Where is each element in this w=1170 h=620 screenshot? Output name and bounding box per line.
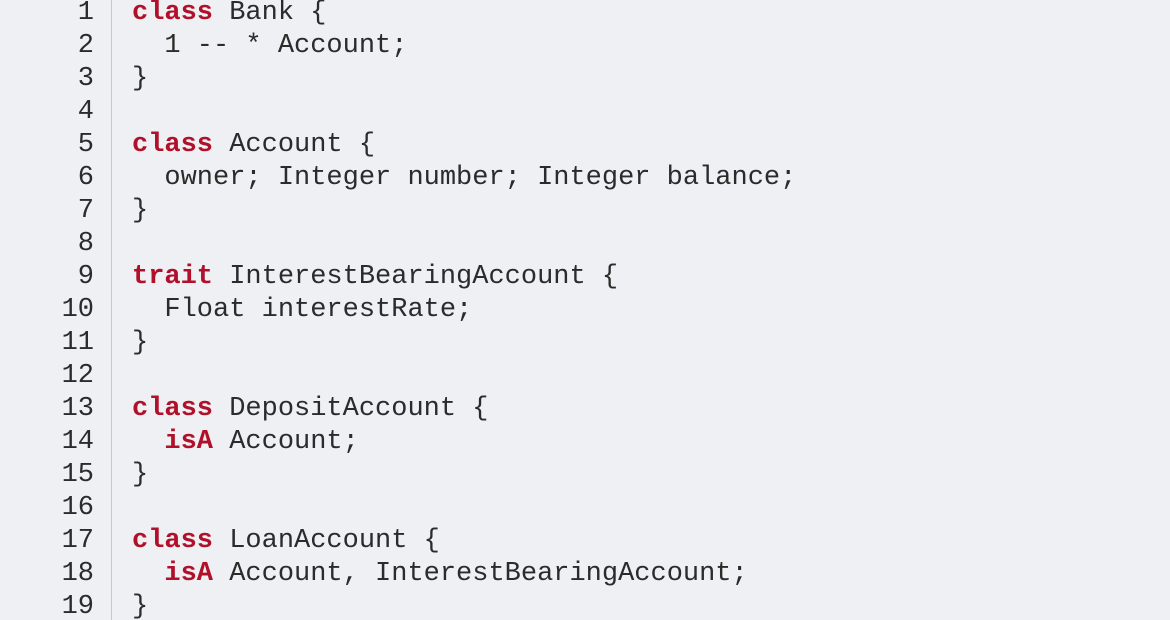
- code-line[interactable]: 13 class DepositAccount {: [0, 393, 1170, 426]
- code-line[interactable]: 6 owner; Integer number; Integer balance…: [0, 162, 1170, 195]
- code-token: }: [132, 196, 149, 226]
- code-text: isA Account;: [94, 426, 1170, 459]
- line-number: 3: [77, 64, 94, 94]
- code-text: class LoanAccount {: [94, 525, 1170, 558]
- code-token: }: [132, 592, 149, 620]
- line-number: 9: [77, 262, 94, 292]
- code-line[interactable]: 18 isA Account, InterestBearingAccount;: [0, 558, 1170, 591]
- keyword-token: class: [132, 526, 214, 556]
- code-text: class DepositAccount {: [94, 393, 1170, 426]
- code-text: owner; Integer number; Integer balance;: [94, 162, 1170, 195]
- line-number: 6: [77, 163, 94, 193]
- code-token: Float interestRate;: [132, 295, 473, 325]
- code-line[interactable]: 15}: [0, 459, 1170, 492]
- code-line[interactable]: 19}: [0, 591, 1170, 620]
- code-text: class Bank {: [94, 0, 1170, 30]
- line-number: 7: [77, 196, 94, 226]
- code-line[interactable]: 14 isA Account;: [0, 426, 1170, 459]
- line-number: 19: [61, 592, 94, 620]
- code-line[interactable]: 11}: [0, 327, 1170, 360]
- code-line[interactable]: 5 class Account {: [0, 129, 1170, 162]
- line-number: 2: [77, 31, 94, 61]
- line-number: 15: [61, 460, 94, 490]
- code-text: }: [94, 459, 1170, 492]
- code-line[interactable]: 10 Float interestRate;: [0, 294, 1170, 327]
- keyword-token: class: [132, 130, 214, 160]
- code-token: DepositAccount {: [213, 394, 489, 424]
- line-number: 1: [77, 0, 94, 28]
- line-number: 13: [61, 394, 94, 424]
- code-text: trait InterestBearingAccount {: [94, 261, 1170, 294]
- code-token: }: [132, 328, 149, 358]
- code-token: }: [132, 460, 149, 490]
- code-token: Bank {: [213, 0, 327, 28]
- keyword-token: trait: [132, 262, 214, 292]
- code-text: }: [94, 591, 1170, 620]
- line-number: 17: [61, 526, 94, 556]
- line-number: 4: [77, 97, 94, 127]
- code-editor[interactable]: 1 class Bank {2 1 -- * Account; 3} 4 5 class …: [0, 0, 1170, 620]
- code-token: Account, InterestBearingAccount;: [213, 559, 748, 589]
- keyword-token: class: [132, 394, 214, 424]
- line-number: 10: [61, 295, 94, 325]
- code-line[interactable]: 8: [0, 228, 1170, 261]
- code-line[interactable]: 7}: [0, 195, 1170, 228]
- code-line[interactable]: 16: [0, 492, 1170, 525]
- line-number: 8: [77, 229, 94, 259]
- code-text: 1 -- * Account;: [94, 30, 1170, 63]
- line-number: 11: [61, 328, 94, 358]
- line-number: 5: [77, 130, 94, 160]
- code-token: LoanAccount {: [213, 526, 440, 556]
- code-line[interactable]: 4: [0, 96, 1170, 129]
- code-line[interactable]: 3}: [0, 63, 1170, 96]
- code-token: owner; Integer number; Integer balance;: [132, 163, 797, 193]
- keyword-token: isA: [164, 559, 214, 589]
- code-token: InterestBearingAccount {: [213, 262, 619, 292]
- code-token: 1 -- * Account;: [132, 31, 408, 61]
- line-number: 14: [61, 427, 94, 457]
- code-line[interactable]: 12: [0, 360, 1170, 393]
- code-line[interactable]: 9 trait InterestBearingAccount {: [0, 261, 1170, 294]
- code-text: class Account {: [94, 129, 1170, 162]
- line-number: 16: [61, 493, 94, 523]
- line-number: 18: [61, 559, 94, 589]
- code-token: }: [132, 64, 149, 94]
- code-text: }: [94, 63, 1170, 96]
- code-text: }: [94, 327, 1170, 360]
- keyword-token: class: [132, 0, 214, 28]
- code-line[interactable]: 2 1 -- * Account;: [0, 30, 1170, 63]
- code-token: Account {: [213, 130, 376, 160]
- code-line[interactable]: 17 class LoanAccount {: [0, 525, 1170, 558]
- keyword-token: isA: [164, 427, 214, 457]
- code-area[interactable]: 1 class Bank {2 1 -- * Account; 3} 4 5 class …: [0, 0, 1170, 620]
- code-line[interactable]: 1 class Bank {: [0, 0, 1170, 30]
- line-number: 12: [61, 361, 94, 391]
- code-text: Float interestRate;: [94, 294, 1170, 327]
- code-token: Account;: [213, 427, 359, 457]
- code-text: }: [94, 195, 1170, 228]
- code-text: isA Account, InterestBearingAccount;: [94, 558, 1170, 591]
